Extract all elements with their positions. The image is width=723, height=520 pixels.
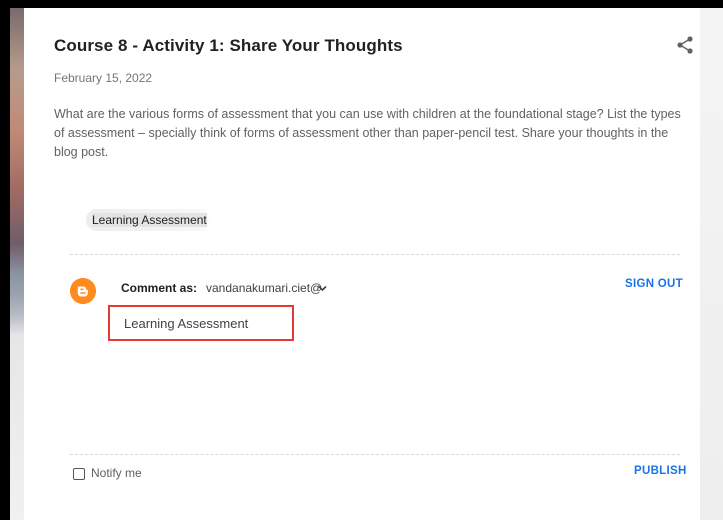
notify-me-checkbox[interactable]	[73, 468, 85, 480]
post-body: What are the various forms of assessment…	[54, 107, 681, 159]
page-right-edge	[700, 8, 723, 520]
post-label-text: Learning Assessment	[92, 213, 207, 227]
post-card: Course 8 - Activity 1: Share Your Though…	[24, 8, 700, 520]
notify-me-label: Notify me	[91, 466, 142, 480]
comment-account-selector[interactable]: vandanakumari.ciet@	[206, 281, 322, 295]
blogger-icon	[70, 278, 96, 304]
comment-input[interactable]: Learning Assessment	[108, 305, 294, 341]
comments-divider-bottom	[70, 454, 680, 455]
sign-out-button[interactable]: SIGN OUT	[625, 278, 683, 290]
post-label-chip[interactable]: Learning Assessment	[86, 209, 213, 231]
share-icon[interactable]	[675, 35, 695, 55]
chevron-down-icon[interactable]	[318, 285, 327, 292]
post-date: February 15, 2022	[54, 71, 153, 85]
publish-button[interactable]: PUBLISH	[634, 465, 687, 477]
screen-frame-left	[0, 0, 10, 520]
background-image-strip	[10, 8, 24, 520]
screen-frame-top	[0, 0, 723, 8]
post-title: Course 8 - Activity 1: Share Your Though…	[54, 36, 403, 55]
comment-as-label: Comment as:	[121, 281, 198, 295]
comments-divider-top	[70, 254, 680, 255]
